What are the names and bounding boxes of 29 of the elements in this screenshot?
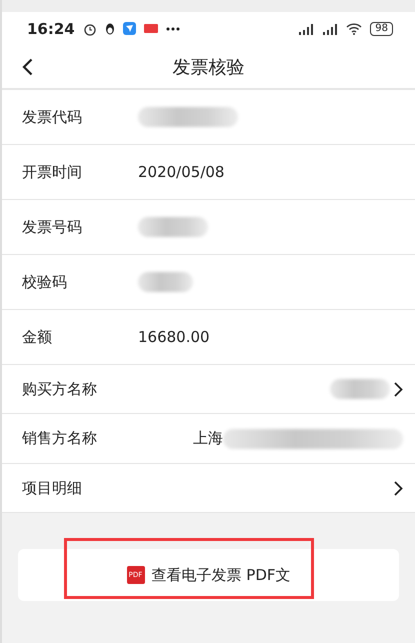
field-label: 金额 [22, 328, 53, 346]
field-value: 16680.00 [138, 328, 210, 346]
field-label: 发票代码 [22, 108, 83, 126]
field-label: 发票号码 [22, 218, 83, 236]
chevron-right-icon [394, 480, 403, 496]
field-label: 开票时间 [22, 162, 83, 182]
field-label: 购买方名称 [22, 380, 98, 398]
blurred-value [138, 272, 193, 292]
field-label: 销售方名称 [22, 429, 98, 448]
field-value: 上海 [193, 429, 223, 448]
back-icon [22, 58, 32, 76]
wifi-icon [346, 22, 362, 34]
penguin-icon [104, 22, 115, 34]
page-title: 发票核验 [172, 56, 244, 78]
app-icon [122, 22, 136, 35]
field-label: 校验码 [22, 272, 68, 292]
blurred-value [330, 379, 390, 399]
clock-time: 16:24 [27, 20, 75, 38]
alarm-icon [82, 22, 97, 36]
blurred-value [138, 217, 208, 237]
more-icon [166, 26, 180, 30]
field-value: 2020/05/08 [138, 163, 224, 181]
chevron-right-icon [394, 382, 403, 396]
field-label: 项目明细 [22, 478, 83, 498]
battery-level: 98 [370, 22, 393, 36]
list-row[interactable]: 购买方名称 [2, 365, 415, 414]
signal-icon [322, 22, 338, 34]
signal-icon [298, 22, 314, 34]
list-row[interactable]: 项目明细 [2, 464, 415, 513]
